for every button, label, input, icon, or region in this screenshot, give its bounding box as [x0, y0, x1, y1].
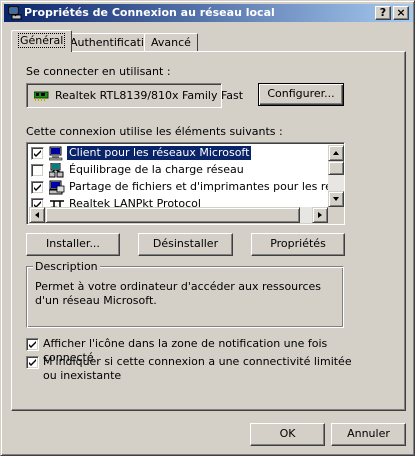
scroll-down-button[interactable]	[328, 191, 344, 207]
item-checkbox[interactable]	[31, 147, 44, 160]
show-notification-icon-checkbox[interactable]	[26, 338, 39, 351]
scroll-right-button[interactable]	[312, 207, 328, 223]
general-tab-panel: Se connecter en utilisant : Realtek RTL8…	[11, 51, 406, 411]
file-printer-sharing-icon	[49, 180, 65, 195]
description-group: Description Permet à votre ordinateur d'…	[26, 260, 344, 328]
cancel-button[interactable]: Annuler	[331, 423, 406, 446]
show-notification-icon-option[interactable]: Afficher l'icône dans la zone de notific…	[26, 337, 356, 364]
list-item[interactable]: Équilibrage de la charge réseau	[29, 162, 329, 179]
ok-button[interactable]: OK	[250, 423, 325, 446]
network-card-icon	[34, 91, 49, 101]
scrollbar-corner	[328, 207, 344, 223]
tab-general-label: Général	[18, 33, 66, 48]
arrow-right-icon	[318, 212, 322, 218]
window-title: Propriétés de Connexion au réseau local	[24, 6, 275, 19]
limited-connectivity-option[interactable]: M'indiquer si cette connexion a une conn…	[26, 355, 356, 385]
network-connection-icon	[8, 6, 22, 20]
list-item[interactable]: Client pour les réseaux Microsoft	[29, 145, 329, 162]
item-label: Équilibrage de la charge réseau	[69, 163, 244, 176]
description-title: Description	[33, 260, 100, 273]
horizontal-scrollbar[interactable]	[29, 207, 328, 223]
horizontal-scroll-thumb[interactable]	[45, 207, 300, 223]
adapter-field: Realtek RTL8139/810x Family Fast	[26, 83, 243, 108]
properties-button[interactable]: Propriétés	[251, 233, 345, 256]
item-label: Partage de fichiers et d'imprimantes pou…	[69, 180, 344, 193]
tab-advanced-label: Avancé	[151, 36, 191, 49]
adapter-name: Realtek RTL8139/810x Family Fast	[55, 89, 244, 102]
connect-using-label: Se connecter en utilisant :	[26, 65, 171, 78]
close-button[interactable]: ×	[393, 6, 409, 20]
title-bar[interactable]: Propriétés de Connexion au réseau local …	[4, 4, 413, 22]
limited-connectivity-checkbox[interactable]	[26, 356, 39, 369]
list-item[interactable]: Partage de fichiers et d'imprimantes pou…	[29, 179, 344, 196]
install-button-label: Installer...	[46, 237, 100, 250]
properties-button-label: Propriétés	[270, 237, 326, 250]
tab-advanced[interactable]: Avancé	[144, 33, 198, 51]
description-text: Permet à votre ordinateur d'accéder aux …	[35, 280, 321, 307]
item-checkbox[interactable]	[31, 181, 44, 194]
arrow-left-icon	[35, 212, 39, 218]
network-client-icon	[49, 146, 63, 161]
vertical-scrollbar[interactable]	[328, 145, 344, 207]
configure-button-label: Configurer...	[267, 87, 335, 100]
network-service-icon	[49, 163, 64, 178]
arrow-down-icon	[333, 197, 339, 201]
uninstall-button-label: Désinstaller	[152, 237, 219, 250]
arrow-up-icon	[333, 151, 339, 155]
configure-button[interactable]: Configurer...	[258, 83, 344, 106]
item-checkbox[interactable]	[31, 164, 44, 177]
limited-connectivity-label: M'indiquer si cette connexion a une conn…	[43, 355, 352, 382]
help-button[interactable]: ?	[375, 6, 391, 20]
components-label: Cette connexion utilise les éléments sui…	[26, 125, 283, 138]
item-label: Client pour les réseaux Microsoft	[65, 145, 253, 161]
uninstall-button[interactable]: Désinstaller	[138, 233, 233, 256]
components-list[interactable]: Client pour les réseaux Microsoft Équili…	[26, 142, 345, 225]
install-button[interactable]: Installer...	[26, 233, 120, 256]
ok-button-label: OK	[279, 427, 296, 440]
tab-general[interactable]: Général	[11, 30, 73, 52]
scroll-up-button[interactable]	[328, 145, 344, 161]
vertical-scroll-thumb[interactable]	[328, 161, 344, 175]
scroll-left-button[interactable]	[29, 207, 45, 223]
properties-dialog: Propriétés de Connexion au réseau local …	[0, 0, 415, 456]
cancel-button-label: Annuler	[347, 427, 390, 440]
